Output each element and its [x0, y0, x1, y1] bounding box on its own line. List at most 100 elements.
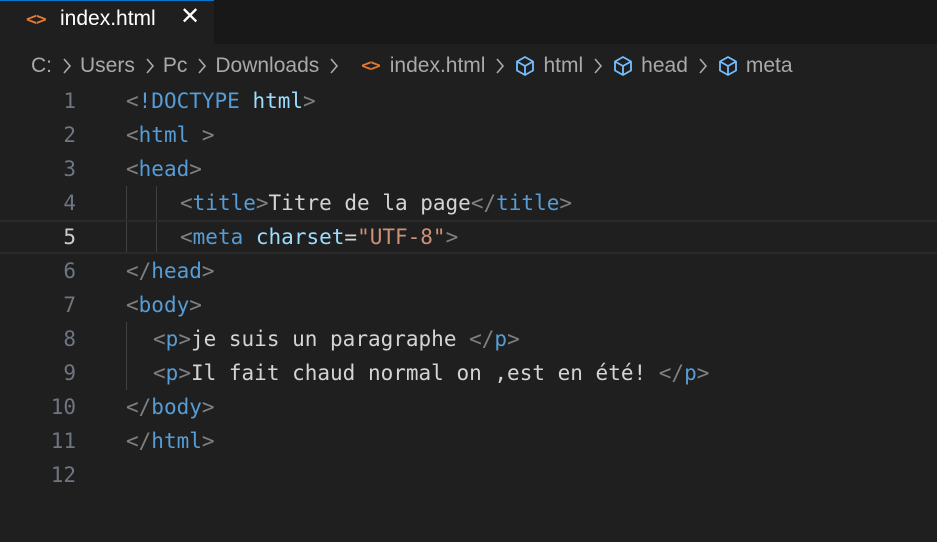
chevron-right-icon	[62, 57, 72, 75]
chevron-right-icon	[145, 57, 155, 75]
breadcrumb-folder-users[interactable]: Users	[80, 54, 135, 78]
line-number: 12	[50, 463, 76, 487]
code-line[interactable]: 4 <title>Titre de la page</title>	[0, 186, 937, 220]
token: </	[126, 429, 152, 453]
token: title	[192, 191, 256, 215]
breadcrumb-drive[interactable]: C:	[31, 54, 52, 78]
token: >	[201, 259, 215, 283]
code-line[interactable]: 6 </head>	[0, 254, 937, 288]
token: </	[658, 361, 685, 385]
cube-icon	[611, 54, 635, 78]
line-code: <html >	[126, 118, 215, 152]
line-number: 10	[50, 395, 76, 419]
token: <	[180, 191, 193, 215]
token: >	[255, 191, 269, 215]
line-code: <!DOCTYPE html>	[126, 84, 316, 118]
breadcrumb-symbol-head[interactable]: head	[611, 54, 688, 78]
chevron-right-icon	[698, 57, 708, 75]
cube-icon	[513, 54, 537, 78]
token: =	[344, 225, 358, 249]
token: <	[126, 123, 139, 147]
code-editor[interactable]: 1 <!DOCTYPE html> 2 <html > 3 <head> 4 <…	[0, 84, 937, 542]
code-line[interactable]: 8 <p>je suis un paragraphe </p>	[0, 322, 937, 356]
breadcrumb-file-label: index.html	[389, 54, 486, 77]
line-code: <p>je suis un paragraphe </p>	[153, 322, 520, 356]
token: >	[445, 225, 459, 249]
token: <	[126, 89, 139, 113]
tab-index-html[interactable]: <> index.html ✕	[0, 0, 214, 44]
token: head	[151, 259, 202, 283]
token: >	[507, 327, 520, 351]
code-line[interactable]: 11 </html>	[0, 424, 937, 458]
token: meta	[192, 225, 244, 249]
line-code: </head>	[126, 254, 215, 288]
token: body	[138, 293, 190, 317]
code-line[interactable]: 3 <head>	[0, 152, 937, 186]
code-line[interactable]: 12	[0, 458, 937, 492]
token: >	[201, 395, 215, 419]
token: >	[189, 123, 215, 147]
cube-icon	[716, 54, 740, 78]
line-code: </body>	[126, 390, 215, 424]
code-line[interactable]: 2 <html >	[0, 118, 937, 152]
token: p	[165, 327, 179, 351]
code-icon: <>	[361, 56, 381, 76]
token: <	[126, 157, 139, 181]
line-number: 7	[63, 293, 76, 317]
line-number: 2	[63, 123, 76, 147]
line-code: <head>	[126, 152, 202, 186]
breadcrumb-symbol-label: html	[543, 54, 584, 77]
token: <	[180, 225, 193, 249]
token: html	[252, 89, 304, 113]
token: <	[126, 293, 139, 317]
token: "UTF-8"	[357, 225, 446, 249]
token: >	[559, 191, 572, 215]
chevron-right-icon	[593, 57, 603, 75]
line-number: 8	[63, 327, 76, 351]
close-icon[interactable]: ✕	[180, 2, 200, 31]
line-number: 3	[63, 157, 76, 181]
code-line[interactable]: 7 <body>	[0, 288, 937, 322]
token: <	[153, 361, 166, 385]
line-number: 5	[63, 225, 76, 249]
breadcrumb-symbol-meta[interactable]: meta	[716, 54, 793, 78]
token: html	[138, 123, 190, 147]
token: >	[178, 361, 191, 385]
tab-bar: <> index.html ✕	[0, 0, 937, 44]
token: title	[496, 191, 560, 215]
breadcrumb-folder-pc[interactable]: Pc	[163, 54, 188, 78]
token: >	[201, 429, 215, 453]
line-code: <title>Titre de la page</title>	[180, 186, 572, 220]
code-line[interactable]: 1 <!DOCTYPE html>	[0, 84, 937, 118]
code-line[interactable]: 10 </body>	[0, 390, 937, 424]
token: p	[684, 361, 697, 385]
token: Il fait chaud normal on ,est en été!	[190, 361, 659, 385]
line-code: </html>	[126, 424, 215, 458]
token: Titre de la page	[268, 191, 471, 215]
chevron-right-icon	[495, 57, 505, 75]
line-number: 11	[50, 429, 76, 453]
token: html	[151, 429, 202, 453]
chevron-right-icon	[329, 57, 339, 75]
breadcrumb-file[interactable]: <> index.html	[347, 54, 485, 78]
token: >	[696, 361, 710, 385]
tab-label: index.html	[60, 7, 156, 30]
token: </	[470, 191, 497, 215]
token: <	[153, 327, 166, 351]
token: >	[189, 157, 202, 181]
token: p	[494, 327, 508, 351]
line-code: <body>	[126, 288, 202, 322]
token: je suis un paragraphe	[190, 327, 470, 351]
code-line[interactable]: 9 <p>Il fait chaud normal on ,est en été…	[0, 356, 937, 390]
breadcrumb-symbol-html[interactable]: html	[513, 54, 583, 78]
token: >	[303, 89, 316, 113]
token: </	[126, 259, 152, 283]
line-code: <p>Il fait chaud normal on ,est en été! …	[153, 356, 709, 390]
breadcrumb-symbol-label: head	[641, 54, 688, 77]
token: !DOCTYPE	[138, 89, 240, 113]
breadcrumb-folder-downloads[interactable]: Downloads	[215, 54, 319, 78]
code-line-current[interactable]: 5 <meta charset="UTF-8">	[0, 220, 937, 254]
line-number: 4	[63, 191, 76, 215]
